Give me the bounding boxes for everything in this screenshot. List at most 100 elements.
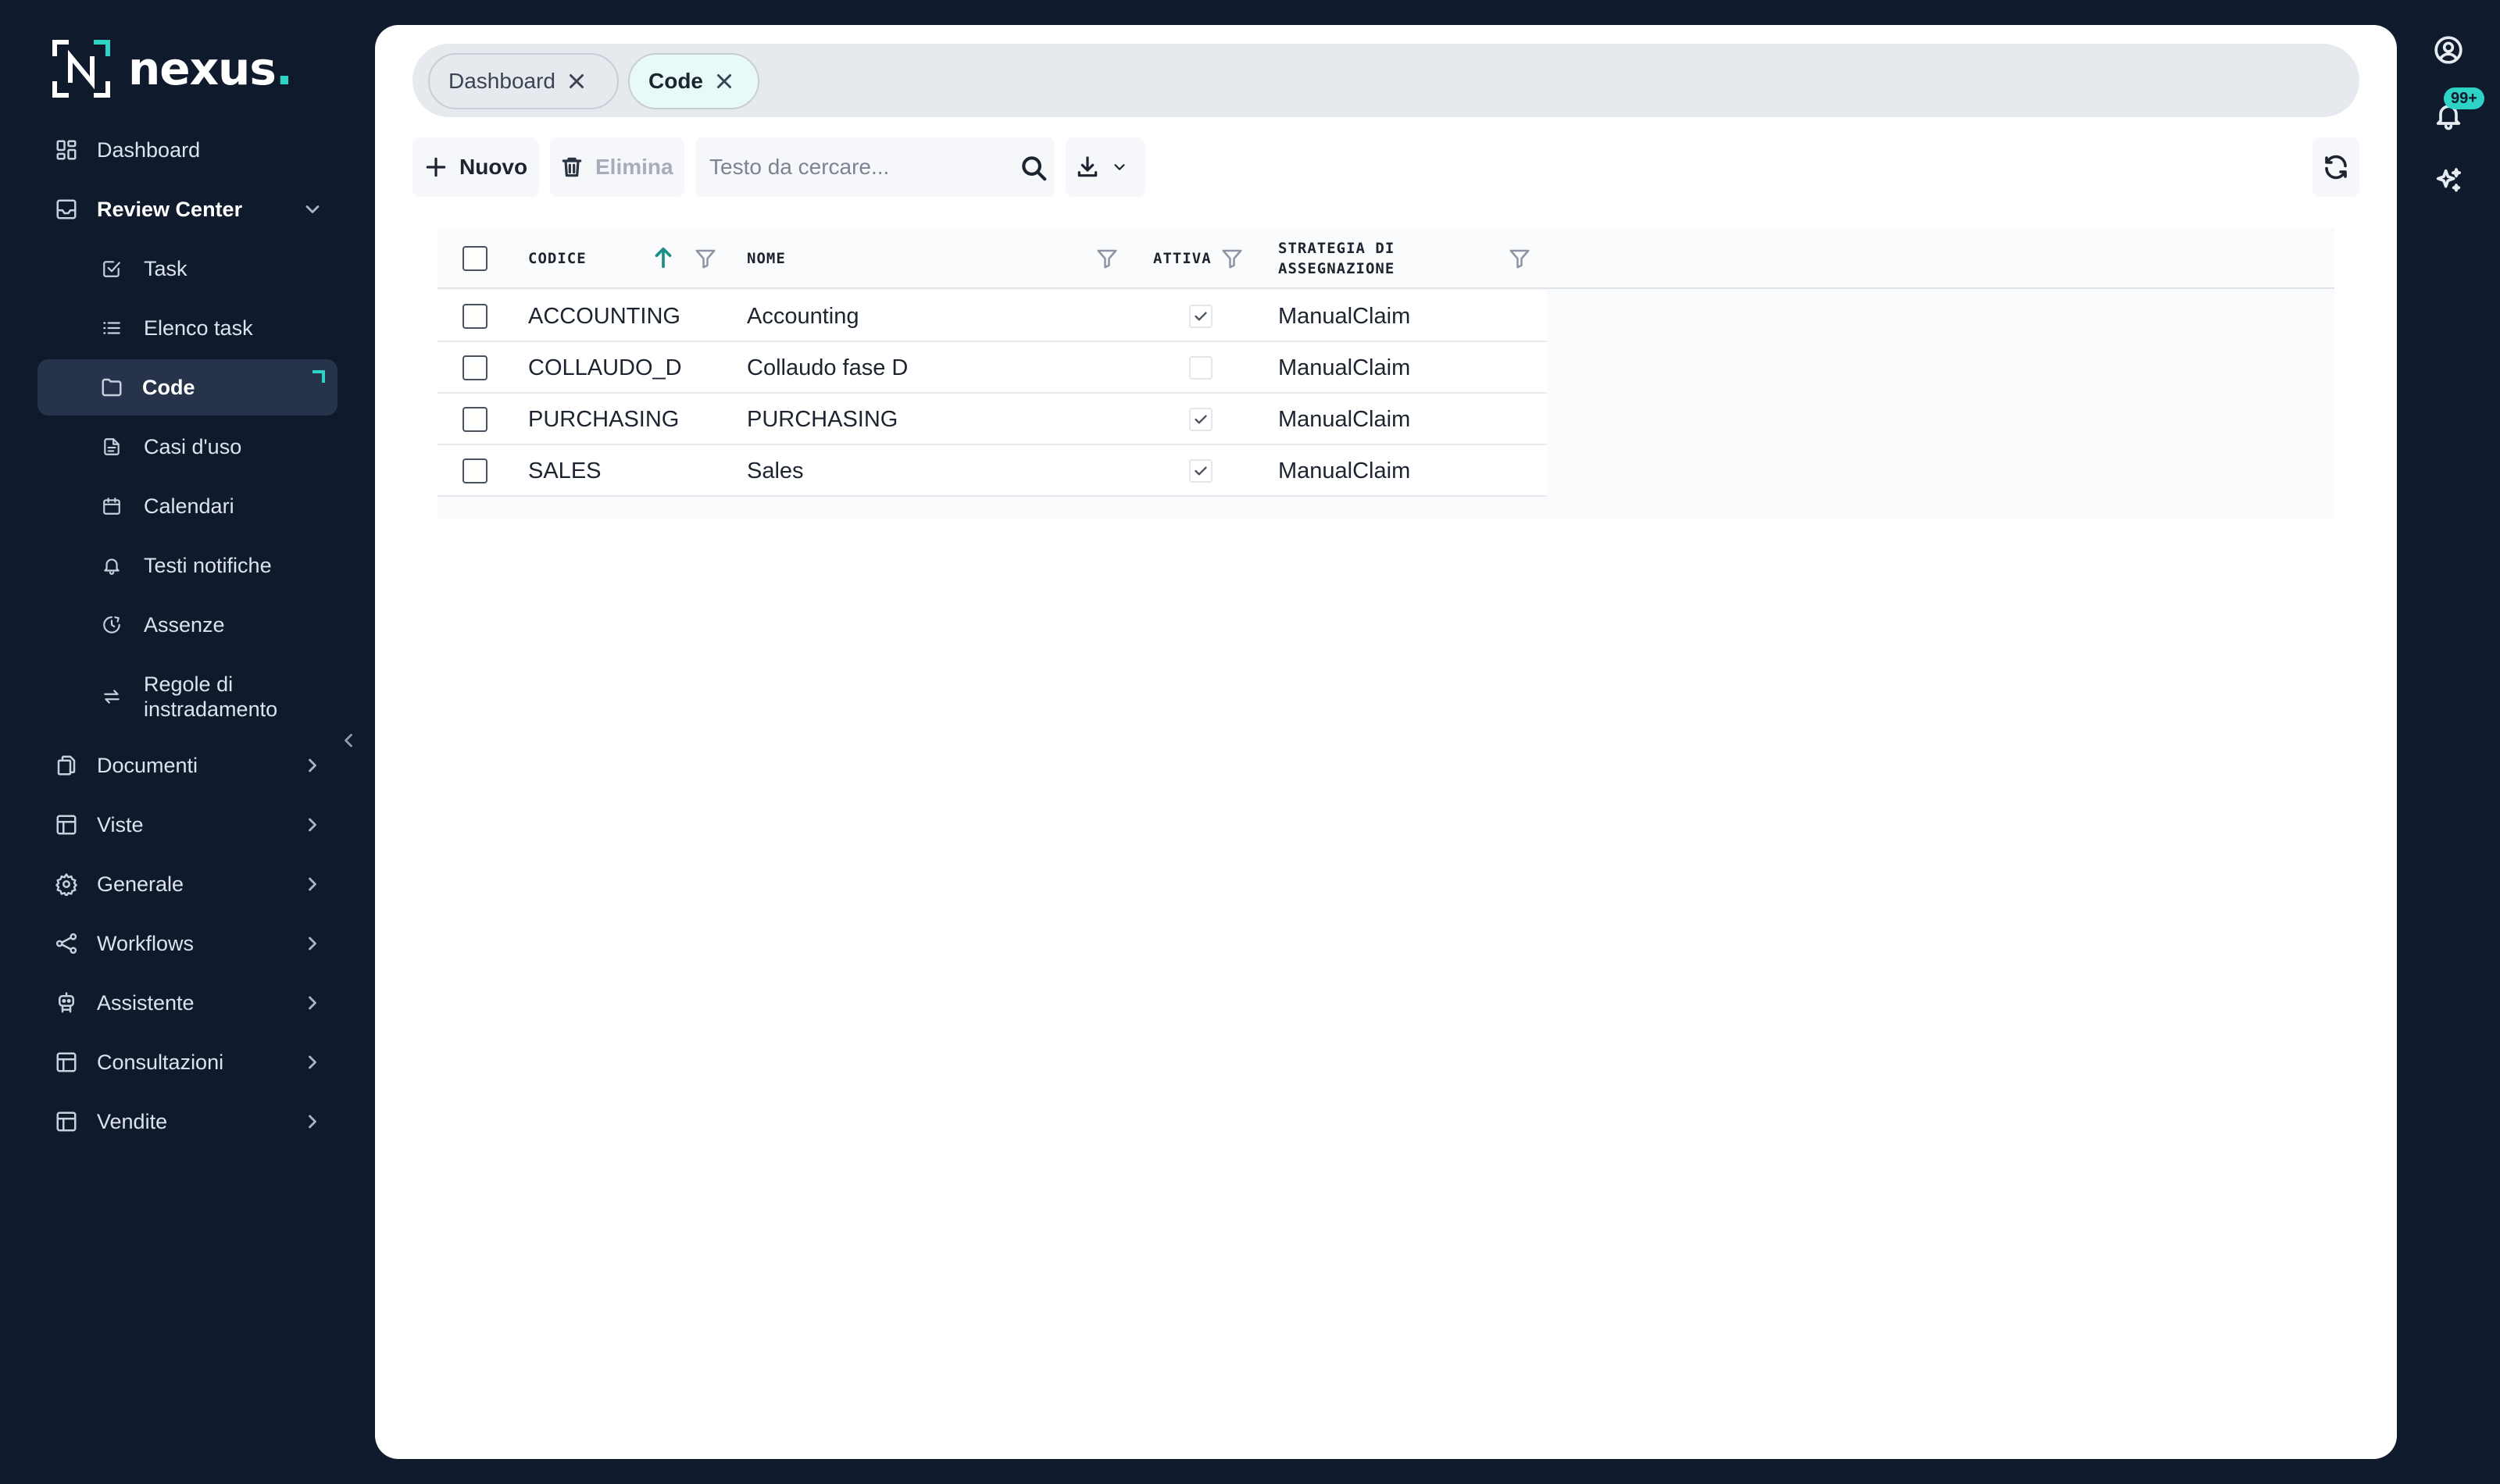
trash-icon: [562, 157, 582, 177]
chevron-right-icon[interactable]: [302, 933, 323, 954]
sidebar-item-label: Regole di instradamento: [144, 672, 278, 721]
row-checkbox[interactable]: [462, 304, 488, 329]
table-icon: [53, 812, 80, 838]
grid-icon: [53, 137, 80, 163]
sidebar-item-label: Viste: [97, 812, 144, 837]
search-box: [695, 137, 1055, 197]
sidebar-item-dashboard[interactable]: Dashboard: [38, 122, 338, 178]
close-icon[interactable]: [712, 70, 736, 93]
bell-icon: [98, 552, 125, 579]
sidebar-item-consultazioni[interactable]: Consultazioni: [38, 1034, 338, 1090]
folder-icon: [98, 374, 125, 401]
tab-code[interactable]: Code: [628, 53, 759, 109]
cell-codice: PURCHASING: [528, 406, 680, 432]
sidebar-item-vendite[interactable]: Vendite: [38, 1093, 338, 1150]
chevron-right-icon[interactable]: [302, 992, 323, 1014]
filter-icon[interactable]: [1508, 247, 1531, 270]
column-header-label: Strategia di assegnazione: [1278, 240, 1395, 277]
sidebar-item-documenti[interactable]: Documenti: [38, 737, 338, 794]
column-header-codice[interactable]: Codice: [528, 228, 587, 289]
sidebar-item-calendari[interactable]: Calendari: [81, 478, 338, 534]
export-button[interactable]: [1066, 137, 1145, 197]
search-icon[interactable]: [1019, 153, 1048, 183]
tab-label: Code: [648, 69, 703, 93]
active-checkbox: [1189, 459, 1212, 483]
chevron-right-icon[interactable]: [302, 1111, 323, 1133]
chevron-right-icon[interactable]: [302, 1051, 323, 1073]
sidebar-item-label: Elenco task: [144, 316, 253, 340]
checkmark-icon: [1195, 312, 1207, 321]
user-profile-icon[interactable]: [2433, 34, 2467, 69]
logo[interactable]: nexus.: [52, 39, 293, 98]
filter-icon[interactable]: [1220, 247, 1244, 270]
cell-strategia: ManualClaim: [1278, 303, 1411, 329]
column-header-nome[interactable]: Nome: [747, 228, 786, 289]
cell-strategia: ManualClaim: [1278, 458, 1411, 483]
column-header-label: Nome: [747, 250, 786, 267]
sidebar-item-code[interactable]: Code: [38, 359, 338, 416]
gear-icon: [53, 871, 80, 897]
tab-dashboard[interactable]: Dashboard: [428, 53, 619, 109]
cell-nome: PURCHASING: [747, 406, 898, 432]
column-header-label: Attiva: [1153, 250, 1212, 267]
cell-strategia: ManualClaim: [1278, 355, 1411, 380]
sidebar-item-label: Task: [144, 256, 188, 280]
chevron-right-icon[interactable]: [302, 873, 323, 895]
filter-icon[interactable]: [694, 247, 717, 270]
files-icon: [53, 752, 80, 779]
sidebar-item-casi-duso[interactable]: Casi d'uso: [81, 419, 338, 475]
sidebar-item-testi-notifiche[interactable]: Testi notifiche: [81, 537, 338, 594]
sidebar-item-label: Calendari: [144, 494, 234, 518]
collapse-sidebar-icon[interactable]: [338, 730, 362, 754]
sidebar-item-viste[interactable]: Viste: [38, 797, 338, 853]
sidebar-item-review-center[interactable]: Review Center: [38, 181, 338, 237]
share-nodes-icon: [53, 930, 80, 957]
notification-count-badge: 99+: [2444, 87, 2484, 109]
table-icon: [53, 1049, 80, 1076]
sidebar-item-elenco-task[interactable]: Elenco task: [81, 300, 338, 356]
chevron-right-icon[interactable]: [302, 754, 323, 776]
sidebar-item-assistente[interactable]: Assistente: [38, 975, 338, 1031]
chevron-right-icon[interactable]: [302, 814, 323, 836]
table-row[interactable]: PURCHASING PURCHASING ManualClaim: [438, 394, 1547, 445]
table-row[interactable]: ACCOUNTING Accounting ManualClaim: [438, 291, 1547, 342]
data-grid: Codice Nome Attiva Strategia di assegnazi…: [438, 228, 2334, 519]
delete-button[interactable]: Elimina: [550, 137, 684, 197]
row-checkbox[interactable]: [462, 407, 488, 432]
tab-bar: Dashboard Code: [412, 44, 2359, 117]
delete-button-label: Elimina: [595, 155, 673, 179]
sparkles-ai-icon[interactable]: [2433, 166, 2467, 200]
sidebar-item-label: Assenze: [144, 612, 225, 637]
close-icon[interactable]: [565, 70, 588, 93]
cell-codice: COLLAUDO_D: [528, 355, 682, 380]
table-row[interactable]: COLLAUDO_D Collaudo fase D ManualClaim: [438, 342, 1547, 394]
column-header-attiva[interactable]: Attiva: [1153, 228, 1212, 289]
cell-codice: ACCOUNTING: [528, 303, 680, 329]
refresh-button[interactable]: [2312, 137, 2359, 197]
sidebar-item-workflows[interactable]: Workflows: [38, 915, 338, 972]
sidebar-item-generale[interactable]: Generale: [38, 856, 338, 912]
filter-icon[interactable]: [1095, 247, 1119, 270]
table-row[interactable]: SALES Sales ManualClaim: [438, 445, 1547, 497]
select-all-checkbox[interactable]: [462, 246, 488, 271]
chevron-down-icon[interactable]: [302, 198, 323, 220]
sort-ascending-icon[interactable]: [650, 244, 677, 272]
sidebar-item-label: Assistente: [97, 990, 195, 1015]
row-checkbox[interactable]: [462, 458, 488, 483]
row-checkbox[interactable]: [462, 355, 488, 380]
sidebar-item-task[interactable]: Task: [81, 241, 338, 297]
sidebar-item-assenze[interactable]: Assenze: [81, 597, 338, 653]
active-checkbox: [1189, 356, 1212, 380]
download-icon: [1077, 156, 1098, 177]
clock-icon: [98, 612, 125, 638]
table-icon: [53, 1108, 80, 1135]
logo-text: nexus.: [128, 42, 293, 95]
arrows-swap-icon: [98, 683, 125, 710]
new-button[interactable]: Nuovo: [412, 137, 539, 197]
sidebar: nexus. Dashboard Review Center Task Elen…: [0, 0, 367, 1484]
sidebar-item-regole-instradamento[interactable]: Regole di instradamento: [81, 665, 338, 728]
logo-mark-icon: [52, 39, 111, 98]
search-input[interactable]: [709, 152, 998, 183]
active-indicator: [312, 370, 325, 383]
column-header-strategia[interactable]: Strategia di assegnazione: [1278, 228, 1395, 289]
